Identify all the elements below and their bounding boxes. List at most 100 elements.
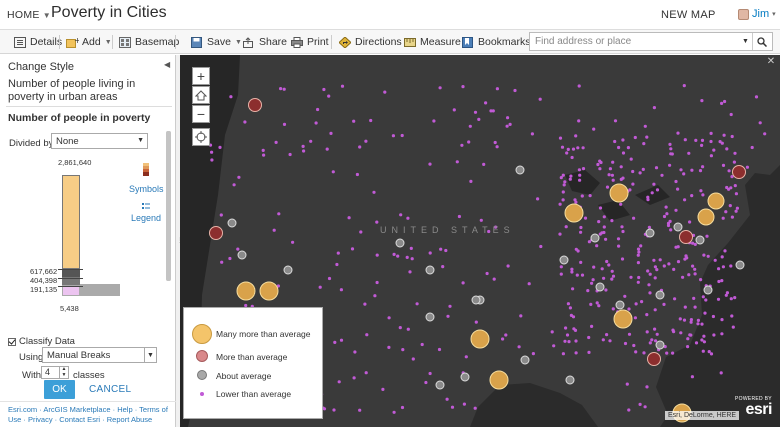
city-marker[interactable] bbox=[713, 258, 717, 262]
city-marker[interactable] bbox=[629, 275, 633, 279]
city-marker[interactable] bbox=[745, 165, 750, 169]
city-marker[interactable] bbox=[735, 206, 740, 210]
city-marker[interactable] bbox=[655, 268, 659, 272]
city-marker[interactable] bbox=[578, 173, 582, 177]
city-marker[interactable] bbox=[400, 405, 405, 410]
city-marker[interactable] bbox=[634, 350, 638, 354]
city-marker[interactable] bbox=[655, 332, 659, 336]
classes-stepper[interactable]: 4 ▲ ▼ bbox=[41, 366, 69, 379]
city-marker[interactable] bbox=[552, 344, 556, 348]
city-marker[interactable] bbox=[262, 153, 266, 157]
city-marker[interactable] bbox=[570, 155, 574, 160]
city-marker[interactable] bbox=[595, 301, 599, 305]
city-marker[interactable] bbox=[539, 244, 543, 249]
city-marker[interactable] bbox=[409, 246, 413, 250]
city-marker[interactable] bbox=[595, 282, 605, 292]
city-marker[interactable] bbox=[636, 280, 640, 284]
city-marker[interactable] bbox=[560, 145, 565, 149]
city-marker[interactable] bbox=[468, 124, 472, 128]
city-marker[interactable] bbox=[237, 250, 247, 260]
city-marker[interactable] bbox=[450, 405, 455, 409]
city-marker[interactable] bbox=[228, 256, 232, 261]
city-marker[interactable] bbox=[654, 166, 659, 170]
city-marker[interactable] bbox=[647, 352, 661, 366]
city-marker[interactable] bbox=[631, 182, 635, 186]
city-marker[interactable] bbox=[482, 162, 486, 166]
city-marker[interactable] bbox=[428, 251, 432, 255]
city-marker[interactable] bbox=[519, 314, 523, 318]
city-marker[interactable] bbox=[655, 340, 665, 350]
city-marker[interactable] bbox=[723, 99, 727, 104]
city-marker[interactable] bbox=[396, 254, 400, 258]
city-marker[interactable] bbox=[558, 232, 562, 236]
city-marker[interactable] bbox=[309, 139, 313, 143]
city-marker[interactable] bbox=[415, 302, 419, 306]
city-marker[interactable] bbox=[399, 213, 403, 217]
city-marker[interactable] bbox=[611, 160, 615, 164]
city-marker[interactable] bbox=[445, 397, 449, 401]
city-marker[interactable] bbox=[432, 119, 436, 123]
city-marker[interactable] bbox=[683, 305, 687, 309]
city-marker[interactable] bbox=[580, 194, 584, 198]
city-marker[interactable] bbox=[607, 173, 611, 177]
zoom-in-button[interactable]: + bbox=[192, 67, 210, 85]
city-marker[interactable] bbox=[327, 276, 332, 281]
new-map-button[interactable]: NEW MAP bbox=[661, 9, 716, 21]
city-marker[interactable] bbox=[568, 306, 572, 310]
city-marker[interactable] bbox=[732, 160, 737, 164]
city-marker[interactable] bbox=[210, 158, 214, 162]
city-marker[interactable] bbox=[565, 151, 569, 155]
city-marker[interactable] bbox=[679, 331, 683, 335]
city-marker[interactable] bbox=[504, 333, 508, 337]
city-marker[interactable] bbox=[438, 86, 442, 90]
city-marker[interactable] bbox=[600, 231, 604, 235]
city-marker[interactable] bbox=[616, 237, 621, 241]
city-marker[interactable] bbox=[637, 275, 641, 280]
city-marker[interactable] bbox=[332, 408, 336, 412]
city-marker[interactable] bbox=[662, 214, 667, 219]
city-marker[interactable] bbox=[282, 87, 286, 91]
city-marker[interactable] bbox=[669, 147, 673, 151]
city-marker[interactable] bbox=[623, 294, 627, 298]
city-marker[interactable] bbox=[570, 270, 574, 274]
city-marker[interactable] bbox=[489, 370, 509, 390]
city-marker[interactable] bbox=[613, 119, 618, 123]
city-marker[interactable] bbox=[608, 167, 612, 171]
city-marker[interactable] bbox=[331, 170, 335, 174]
city-marker[interactable] bbox=[508, 122, 512, 126]
city-marker[interactable] bbox=[696, 318, 701, 322]
city-marker[interactable] bbox=[604, 237, 608, 241]
city-marker[interactable] bbox=[364, 139, 368, 143]
city-marker[interactable] bbox=[611, 307, 615, 311]
city-marker[interactable] bbox=[683, 198, 687, 202]
city-marker[interactable] bbox=[282, 122, 287, 126]
city-marker[interactable] bbox=[639, 244, 643, 248]
city-marker[interactable] bbox=[563, 339, 567, 343]
city-marker[interactable] bbox=[648, 291, 652, 295]
city-marker[interactable] bbox=[652, 106, 656, 110]
city-marker[interactable] bbox=[664, 205, 668, 209]
city-marker[interactable] bbox=[750, 145, 754, 150]
city-marker[interactable] bbox=[720, 279, 724, 283]
city-marker[interactable] bbox=[243, 120, 247, 124]
city-marker[interactable] bbox=[623, 341, 628, 346]
city-marker[interactable] bbox=[683, 257, 687, 261]
city-marker[interactable] bbox=[690, 375, 694, 379]
city-marker[interactable] bbox=[686, 337, 690, 341]
search-input[interactable] bbox=[530, 36, 742, 47]
city-marker[interactable] bbox=[640, 300, 644, 304]
city-marker[interactable] bbox=[699, 189, 703, 193]
city-marker[interactable] bbox=[676, 260, 681, 264]
city-marker[interactable] bbox=[717, 267, 721, 271]
city-marker[interactable] bbox=[460, 372, 470, 382]
city-marker[interactable] bbox=[410, 257, 414, 261]
city-marker[interactable] bbox=[721, 163, 726, 167]
city-marker[interactable] bbox=[302, 149, 306, 153]
city-marker[interactable] bbox=[712, 148, 716, 152]
search-button[interactable] bbox=[752, 33, 770, 50]
city-marker[interactable] bbox=[694, 138, 698, 142]
city-marker[interactable] bbox=[558, 136, 563, 140]
city-marker[interactable] bbox=[653, 265, 657, 269]
city-marker[interactable] bbox=[581, 146, 585, 150]
city-marker[interactable] bbox=[687, 151, 691, 155]
